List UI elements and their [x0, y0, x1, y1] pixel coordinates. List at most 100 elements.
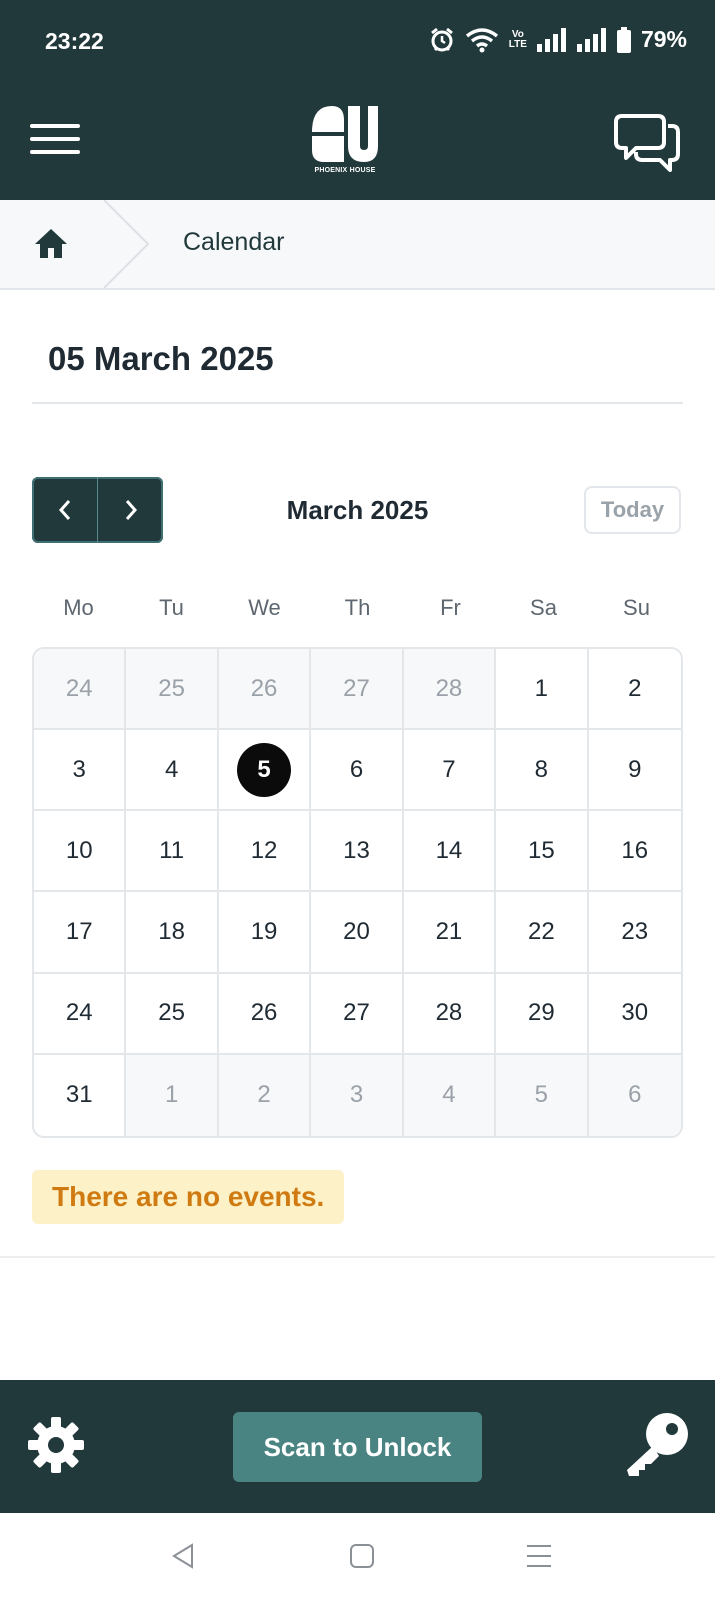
calendar-day-number: 28: [435, 674, 463, 702]
calendar-day[interactable]: 3: [311, 1054, 404, 1136]
calendar-day-number: 9: [628, 755, 642, 783]
menu-icon[interactable]: [30, 124, 80, 162]
calendar-day-selected[interactable]: 5: [218, 730, 312, 812]
calendar-day[interactable]: 28: [403, 973, 497, 1055]
calendar-day[interactable]: 9: [588, 730, 681, 812]
calendar-day[interactable]: 17: [34, 892, 127, 974]
calendar-day[interactable]: 2: [218, 1054, 312, 1136]
status-time: 23:22: [45, 28, 104, 54]
breadcrumb-separator: [104, 200, 150, 288]
calendar-day-number: 29: [528, 999, 555, 1027]
calendar-day[interactable]: 1: [126, 1054, 219, 1136]
calendar-day-number: 2: [257, 1081, 271, 1109]
calendar-day[interactable]: 1: [496, 649, 589, 731]
bottom-bar: Scan to Unlock: [0, 1380, 715, 1513]
calendar-day-number: 26: [250, 999, 278, 1027]
calendar-grid: 24 25 26 27 28 1 2 3 4 5 6 7 8 9 10 11 12 13 14 15 16 17 18 19 2…: [32, 647, 683, 1138]
calendar-day-number: 31: [65, 1081, 93, 1109]
calendar-day-number: 27: [343, 674, 370, 702]
back-icon[interactable]: [170, 1543, 196, 1569]
calendar-day[interactable]: 23: [588, 892, 681, 974]
calendar-day[interactable]: 12: [218, 811, 312, 893]
calendar-day-number: 5: [237, 742, 292, 797]
calendar-day[interactable]: 4: [403, 1054, 497, 1136]
calendar-day[interactable]: 22: [496, 892, 589, 974]
calendar-day[interactable]: 11: [126, 811, 219, 893]
calendar-day-number: 15: [528, 836, 555, 864]
calendar-day-number: 18: [158, 918, 185, 946]
calendar-day[interactable]: 27: [311, 649, 404, 731]
volte-bottom-label: LTE: [508, 38, 527, 50]
calendar-day[interactable]: 24: [34, 649, 127, 731]
calendar-day[interactable]: 15: [496, 811, 589, 893]
calendar-day-number: 24: [65, 999, 93, 1027]
weekday-header: Mo Tu We Th Fr Sa Su: [32, 595, 683, 621]
calendar-day[interactable]: 18: [126, 892, 219, 974]
calendar-day-number: 27: [343, 999, 370, 1027]
scan-to-unlock-button[interactable]: Scan to Unlock: [233, 1412, 482, 1482]
calendar-day[interactable]: 6: [311, 730, 404, 812]
calendar-day-number: 8: [534, 755, 549, 783]
key-icon[interactable]: [621, 1410, 691, 1478]
phoenix-house-logo[interactable]: PHOENIX HOUSE: [310, 102, 380, 186]
calendar-day[interactable]: 20: [311, 892, 404, 974]
calendar-day[interactable]: 31: [34, 1054, 127, 1136]
today-button[interactable]: Today: [584, 486, 681, 534]
calendar-day[interactable]: 27: [311, 973, 404, 1055]
calendar-day-number: 22: [528, 918, 555, 946]
battery-percent: 79%: [640, 26, 687, 52]
calendar-day-number: 5: [534, 1081, 549, 1109]
calendar-day[interactable]: 5: [496, 1054, 589, 1136]
calendar-day[interactable]: 25: [126, 649, 219, 731]
divider: [0, 1256, 715, 1258]
calendar-day[interactable]: 6: [588, 1054, 681, 1136]
calendar-day[interactable]: 16: [588, 811, 681, 893]
weekday-label: Fr: [440, 595, 461, 620]
calendar-day[interactable]: 28: [403, 649, 497, 731]
calendar-day-number: 25: [158, 999, 185, 1027]
wifi-icon: [465, 27, 498, 52]
calendar-day-number: 7: [442, 755, 456, 783]
weekday-label: Th: [344, 595, 371, 620]
recent-apps-icon[interactable]: [526, 1543, 552, 1569]
home-nav-icon[interactable]: [349, 1543, 375, 1569]
calendar-day[interactable]: 21: [403, 892, 497, 974]
calendar-day-number: 23: [621, 918, 649, 946]
no-events-notice: There are no events.: [32, 1170, 345, 1224]
calendar-day-number: 1: [164, 1081, 179, 1109]
calendar-day-number: 1: [534, 674, 549, 702]
calendar-day[interactable]: 30: [588, 974, 681, 1055]
calendar-day-number: 4: [164, 755, 179, 783]
calendar-day-number: 6: [628, 1081, 642, 1109]
calendar-day[interactable]: 4: [126, 730, 219, 812]
calendar-day-number: 25: [158, 674, 185, 702]
calendar-day[interactable]: 26: [218, 649, 312, 731]
calendar-day[interactable]: 8: [496, 730, 589, 812]
calendar-day[interactable]: 26: [218, 973, 312, 1055]
calendar-day[interactable]: 7: [403, 730, 497, 812]
calendar-day[interactable]: 25: [126, 973, 219, 1055]
calendar-day-number: 2: [628, 674, 642, 702]
calendar-day-number: 30: [621, 999, 649, 1027]
breadcrumb-current: Calendar: [183, 228, 285, 256]
calendar-day[interactable]: 2: [588, 649, 681, 731]
calendar-day[interactable]: 29: [496, 973, 589, 1055]
chat-icon[interactable]: [614, 112, 680, 174]
divider: [32, 402, 683, 404]
weekday-label: We: [248, 595, 281, 620]
calendar-day-number: 13: [343, 836, 370, 864]
home-icon[interactable]: [34, 227, 68, 259]
calendar-day[interactable]: 14: [403, 811, 497, 893]
calendar-day-number: 3: [72, 755, 86, 783]
calendar-day-number: 4: [442, 1081, 456, 1109]
weekday-label: Su: [623, 595, 650, 620]
calendar-day-number: 6: [349, 755, 364, 783]
calendar-day[interactable]: 19: [218, 892, 312, 974]
weekday-label: Tu: [159, 595, 184, 620]
calendar-day[interactable]: 3: [34, 730, 127, 812]
calendar-day[interactable]: 10: [34, 811, 127, 893]
calendar-day[interactable]: 24: [34, 973, 127, 1055]
calendar-day-number: 10: [65, 836, 93, 864]
calendar-day[interactable]: 13: [311, 811, 404, 893]
gear-icon[interactable]: [26, 1415, 86, 1475]
